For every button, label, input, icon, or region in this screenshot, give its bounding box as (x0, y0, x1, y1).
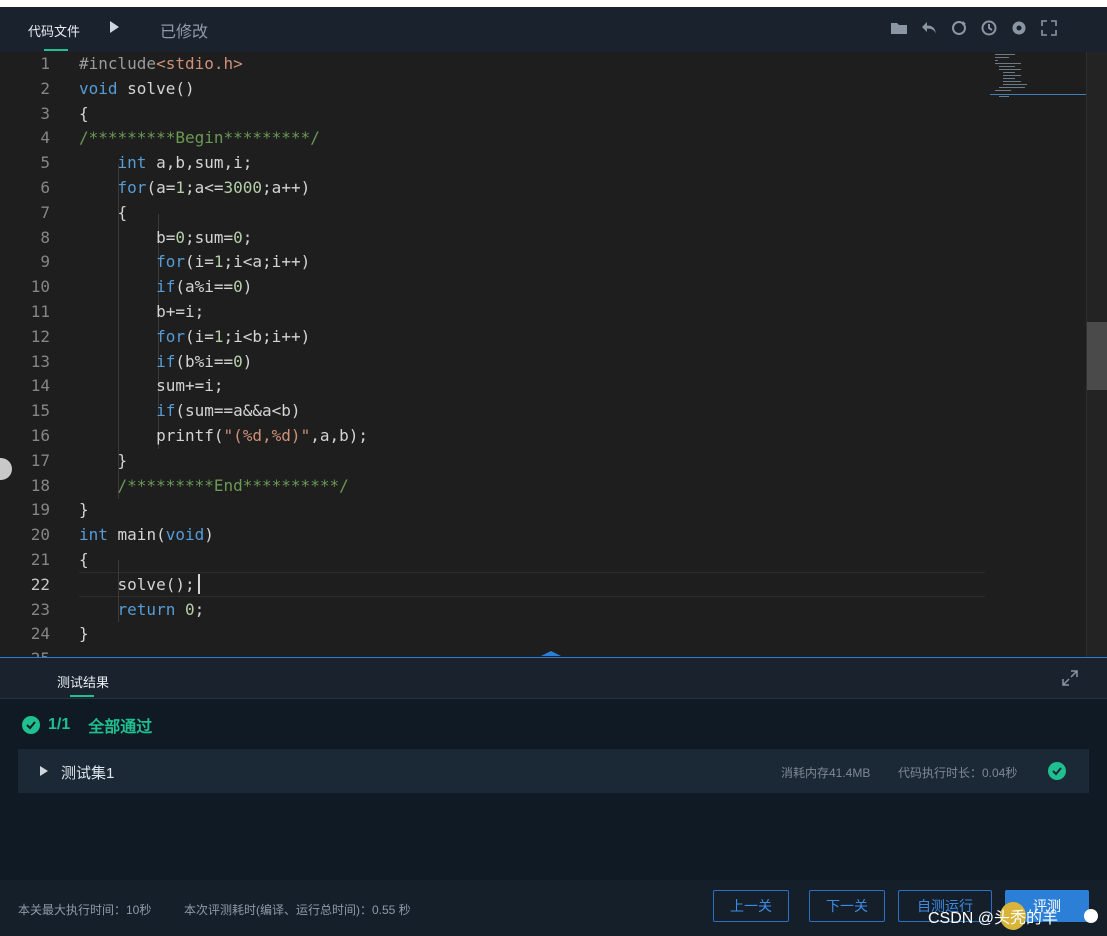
tab-test-results[interactable]: 测试结果 (57, 672, 109, 691)
window-top-strip (0, 0, 1107, 7)
code-line[interactable]: { (79, 550, 89, 569)
line-number: 24 (30, 624, 50, 644)
line-number: 7 (40, 202, 50, 222)
line-number: 22 (30, 574, 50, 594)
text-caret (198, 574, 200, 594)
test-set-row[interactable]: 测试集1 消耗内存41.4MB 代码执行时长：0.04秒 (18, 749, 1089, 793)
watermark: CSDN @头秃的羊 (928, 910, 1059, 927)
prev-level-button[interactable]: 上一关 (713, 890, 789, 922)
code-editor[interactable]: 1234567891011121314151617181920212223242… (0, 52, 1107, 657)
code-line[interactable]: /*********End**********/ (79, 476, 349, 495)
undo-icon[interactable] (919, 18, 939, 38)
next-level-button[interactable]: 下一关 (809, 890, 885, 922)
max-exec-time: 本关最大执行时间：10秒 (18, 903, 152, 917)
code-line[interactable]: #include<stdio.h> (79, 54, 243, 73)
line-number: 9 (40, 252, 50, 272)
code-line[interactable]: printf("(%d,%d)",a,b); (79, 426, 368, 445)
minimap-viewport (990, 94, 1086, 95)
line-number: 25 (0, 649, 50, 657)
line-number: 12 (30, 326, 50, 346)
history-icon[interactable] (979, 18, 999, 38)
code-line[interactable]: { (79, 104, 89, 123)
editor-scrollbar-thumb[interactable] (1087, 322, 1107, 390)
line-number: 13 (30, 351, 50, 371)
current-line-highlight (79, 572, 985, 597)
line-number: 15 (30, 401, 50, 421)
results-tab-indicator (70, 695, 94, 697)
eval-duration: 本次评测耗时(编译、运行总时间)：0.55 秒 (184, 903, 411, 917)
line-number: 20 (30, 525, 50, 545)
line-number: 3 (40, 103, 50, 123)
line-number: 19 (30, 500, 50, 520)
line-number: 6 (40, 178, 50, 197)
code-line[interactable]: void solve() (79, 79, 195, 98)
line-number: 2 (40, 78, 50, 98)
line-number: 23 (30, 599, 50, 619)
code-line[interactable]: for(i=1;i<a;i++) (79, 252, 310, 271)
line-number: 16 (30, 426, 50, 445)
play-icon[interactable] (110, 21, 119, 33)
memory-usage: 消耗内存41.4MB (781, 766, 871, 780)
line-number: 11 (30, 302, 50, 321)
line-number: 10 (30, 277, 50, 297)
check-circle-icon (22, 716, 40, 734)
code-line[interactable]: int a,b,sum,i; (79, 153, 253, 172)
editor-toolbar (889, 18, 1059, 38)
settings-icon[interactable] (1009, 18, 1029, 38)
editor-tab-bar: 代码文件 已修改 (0, 7, 1107, 52)
expand-icon[interactable] (1061, 669, 1079, 687)
active-tab-indicator (44, 49, 68, 51)
fullscreen-icon[interactable] (1039, 18, 1059, 38)
code-line[interactable]: { (79, 203, 128, 222)
code-line[interactable]: if(b%i==0) (79, 352, 252, 371)
line-number: 4 (40, 128, 50, 148)
pass-count: 1/1 (48, 716, 71, 733)
modified-status: 已修改 (160, 24, 209, 41)
line-number: 8 (40, 227, 50, 247)
code-line[interactable]: if(a%i==0) (79, 277, 252, 296)
pass-check-icon (1048, 762, 1066, 780)
minimap[interactable] (990, 52, 1086, 112)
tab-code-file[interactable]: 代码文件 (28, 21, 80, 40)
expand-arrow-icon[interactable] (40, 766, 48, 776)
results-header: 测试结果 (0, 658, 1107, 699)
code-line[interactable]: for(a=1;a<=3000;a++) (79, 178, 311, 197)
line-number: 5 (40, 153, 50, 173)
refresh-icon[interactable] (949, 18, 969, 38)
code-line[interactable]: b+=i; (79, 302, 204, 321)
folder-icon[interactable] (889, 18, 909, 38)
code-line[interactable]: } (79, 451, 128, 470)
line-number: 18 (30, 475, 50, 495)
line-number: 21 (30, 550, 50, 569)
results-summary: 1/1 全部通过 (22, 713, 152, 737)
line-number: 14 (30, 376, 50, 396)
code-line[interactable]: int main(void) (79, 525, 214, 544)
test-set-name: 测试集1 (61, 765, 115, 782)
code-line[interactable]: return 0; (79, 600, 205, 619)
code-line[interactable]: sum+=i; (79, 376, 223, 395)
moon-icon (1084, 909, 1098, 923)
code-line[interactable]: solve(); (79, 575, 195, 594)
code-line[interactable]: /*********Begin*********/ (79, 128, 320, 147)
code-line[interactable]: b=0;sum=0; (79, 228, 252, 247)
code-line[interactable]: if(sum==a&&a<b) (79, 401, 301, 420)
line-number: 1 (40, 54, 50, 73)
code-line[interactable]: } (79, 624, 89, 643)
execution-time: 代码执行时长：0.04秒 (898, 766, 1018, 780)
code-line[interactable]: } (79, 500, 89, 519)
pass-status: 全部通过 (88, 719, 153, 736)
code-line[interactable]: for(i=1;i<b;i++) (79, 327, 310, 346)
